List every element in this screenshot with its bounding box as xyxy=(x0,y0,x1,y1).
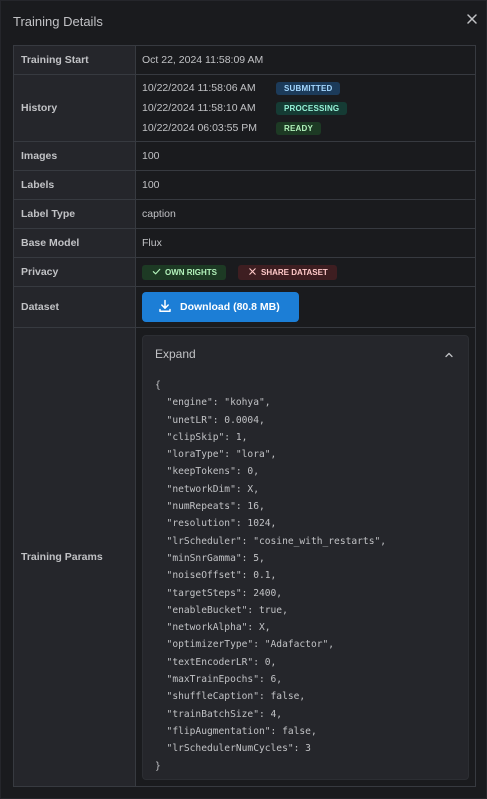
share-dataset-badge: SHARE DATASET xyxy=(238,264,337,280)
code-line: "flipAugmentation": false, xyxy=(155,725,317,737)
code-line: "minSnrGamma": 5, xyxy=(155,552,265,564)
row-label: Training Params xyxy=(14,328,136,786)
row-label: Label Type xyxy=(14,200,136,228)
code-line: "textEncoderLR": 0, xyxy=(155,656,277,668)
code-line: "keepTokens": 0, xyxy=(155,466,259,478)
code-line: "lrScheduler": "cosine_with_restarts", xyxy=(155,535,387,547)
code-line: "clipSkip": 1, xyxy=(155,431,248,443)
download-icon xyxy=(158,299,172,316)
status-badge-ready: READY xyxy=(276,121,322,135)
code-line: "lrSchedulerNumCycles": 3 xyxy=(155,743,311,755)
row-label: Training Start xyxy=(14,46,136,74)
chevron-up-icon xyxy=(444,349,454,359)
history-time: 10/22/2024 06:03:55 PM xyxy=(142,122,258,134)
row-training-start: Training Start Oct 22, 2024 11:58:09 AM xyxy=(14,46,475,75)
own-rights-badge: OWN RIGHTS xyxy=(142,264,226,280)
code-line: "enableBucket": true, xyxy=(155,604,288,616)
own-rights-label: OWN RIGHTS xyxy=(165,267,217,277)
code-line: "maxTrainEpochs": 6, xyxy=(155,674,283,686)
code-line: "resolution": 1024, xyxy=(155,518,277,530)
row-label: Dataset xyxy=(14,287,136,327)
row-dataset: Dataset Download (80.8 MB) xyxy=(14,287,475,328)
code-line: } xyxy=(155,760,161,772)
training-details-modal: Training Details Training Start Oct 22, … xyxy=(0,0,487,799)
status-badge-processing: PROCESSING xyxy=(276,101,348,115)
share-dataset-label: SHARE DATASET xyxy=(261,267,328,277)
code-line: "loraType": "lora", xyxy=(155,449,277,461)
row-label: Base Model xyxy=(14,229,136,257)
code-line: "noiseOffset": 0.1, xyxy=(155,570,277,582)
code-line: "shuffleCaption": false, xyxy=(155,691,306,703)
row-privacy: Privacy OWN RIGHTS SHARE DATASET xyxy=(14,258,475,287)
history-item: 10/22/2024 11:58:10 AM PROCESSING xyxy=(142,101,348,116)
accordion-toggle[interactable]: Expand xyxy=(143,336,468,372)
modal-header: Training Details xyxy=(1,1,487,41)
row-label: Privacy xyxy=(14,258,136,286)
x-icon xyxy=(248,267,257,278)
accordion-title: Expand xyxy=(155,347,196,361)
base-model-value: Flux xyxy=(142,237,162,249)
privacy-badges: OWN RIGHTS SHARE DATASET xyxy=(142,264,337,280)
history-item: 10/22/2024 11:58:06 AM SUBMITTED xyxy=(142,81,347,96)
row-label: Images xyxy=(14,142,136,170)
row-images: Images 100 xyxy=(14,142,475,171)
history-time: 10/22/2024 11:58:10 AM xyxy=(142,102,256,114)
code-line: "networkDim": X, xyxy=(155,483,259,495)
close-icon[interactable] xyxy=(465,12,479,26)
labels-value: 100 xyxy=(142,179,160,191)
history-list: 10/22/2024 11:58:06 AM SUBMITTED 10/22/2… xyxy=(142,81,348,136)
history-time: 10/22/2024 11:58:06 AM xyxy=(142,82,256,94)
training-start-value: Oct 22, 2024 11:58:09 AM xyxy=(142,54,264,66)
code-line: "unetLR": 0.0004, xyxy=(155,414,265,426)
images-value: 100 xyxy=(142,150,160,162)
status-badge-submitted: SUBMITTED xyxy=(276,81,341,95)
row-base-model: Base Model Flux xyxy=(14,229,475,258)
check-icon xyxy=(152,267,161,278)
row-label: History xyxy=(14,75,136,141)
history-item: 10/22/2024 06:03:55 PM READY xyxy=(142,121,347,136)
row-label-type: Label Type caption xyxy=(14,200,475,229)
modal-title: Training Details xyxy=(13,14,103,29)
download-button-label: Download (80.8 MB) xyxy=(180,301,280,313)
download-button[interactable]: Download (80.8 MB) xyxy=(142,292,299,322)
params-json-code: { "engine": "kohya", "unetLR": 0.0004, "… xyxy=(143,372,468,775)
row-label: Labels xyxy=(14,171,136,199)
code-line: "targetSteps": 2400, xyxy=(155,587,283,599)
row-labels: Labels 100 xyxy=(14,171,475,200)
row-history: History 10/22/2024 11:58:06 AM SUBMITTED… xyxy=(14,75,475,142)
code-line: "trainBatchSize": 4, xyxy=(155,708,283,720)
params-accordion: Expand { "engine": "kohya", "unetLR": 0.… xyxy=(142,335,469,780)
code-line: "engine": "kohya", xyxy=(155,397,271,409)
code-line: { xyxy=(155,380,161,391)
label-type-value: caption xyxy=(142,208,176,220)
code-line: "numRepeats": 16, xyxy=(155,501,265,513)
code-line: "optimizerType": "Adafactor", xyxy=(155,639,335,651)
row-training-params: Training Params Expand { "engine": "kohy… xyxy=(14,328,475,786)
details-table: Training Start Oct 22, 2024 11:58:09 AM … xyxy=(13,45,476,787)
code-line: "networkAlpha": X, xyxy=(155,622,271,634)
